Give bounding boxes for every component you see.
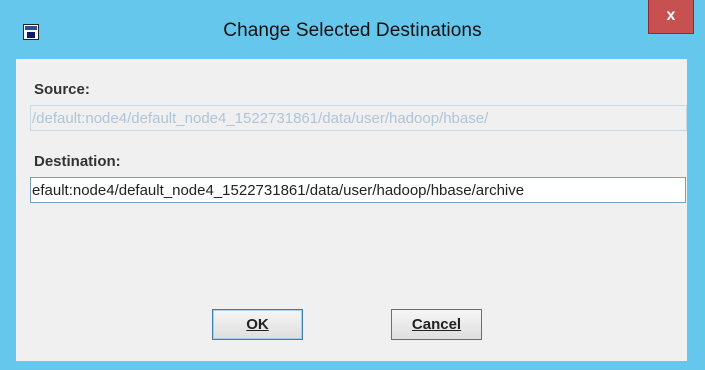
destination-label: Destination:	[34, 153, 121, 170]
title-bar[interactable]: Change Selected Destinations x	[0, 0, 705, 59]
close-button[interactable]: x	[648, 0, 694, 34]
dialog-window: Change Selected Destinations x Source: D…	[0, 0, 705, 370]
close-icon: x	[666, 7, 676, 24]
cancel-button[interactable]: Cancel	[391, 309, 482, 340]
window-title: Change Selected Destinations	[223, 20, 482, 41]
ok-button[interactable]: OK	[212, 309, 303, 340]
source-label: Source:	[34, 81, 90, 98]
source-field[interactable]	[30, 105, 687, 131]
destination-input[interactable]	[30, 177, 686, 203]
